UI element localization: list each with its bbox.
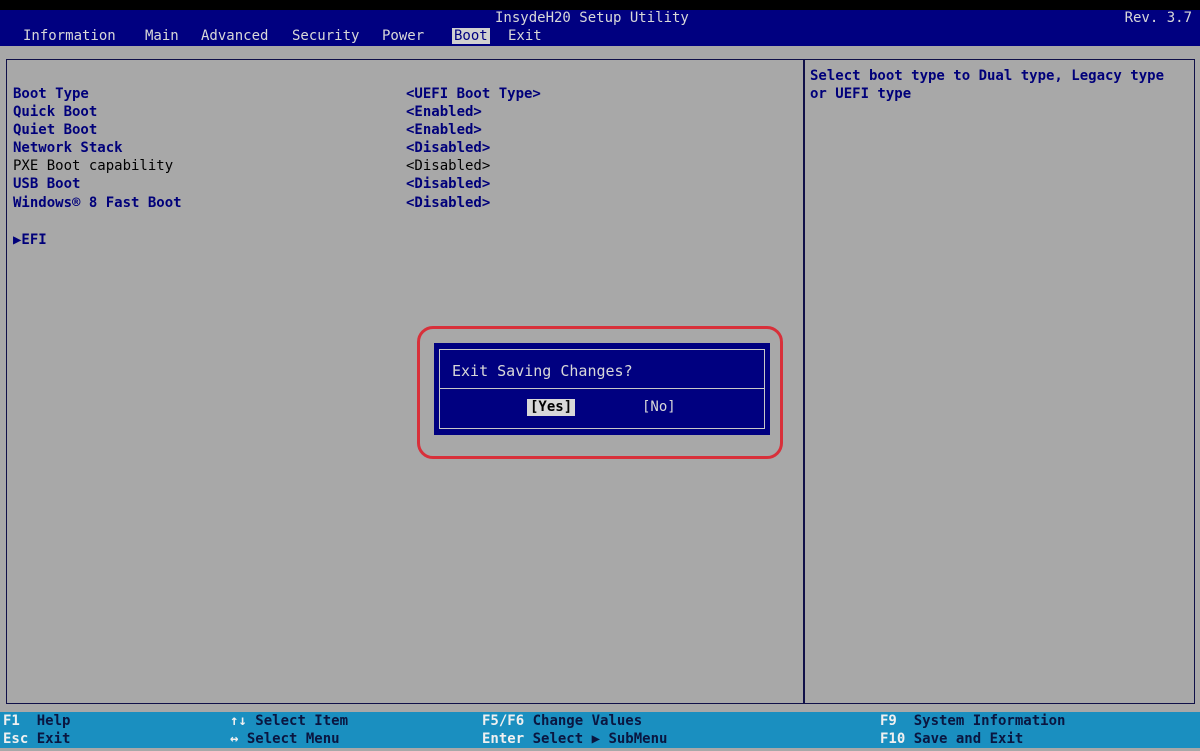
option-boot-type-value[interactable]: <UEFI Boot Type> <box>406 86 541 102</box>
footer-key-help: F1 Help Esc Exit ↑↓ Select Item ↔ Select… <box>0 712 1200 748</box>
exit-dialog: Exit Saving Changes? <box>434 343 770 435</box>
key-enter-submenu: Enter Select ▶ SubMenu <box>482 731 668 747</box>
submenu-efi[interactable]: ▶EFI <box>13 232 47 248</box>
bios-screen: InsydeH20 Setup Utility Rev. 3.7 Informa… <box>0 0 1200 751</box>
option-quick-boot-value[interactable]: <Enabled> <box>406 104 482 120</box>
option-network-stack-value[interactable]: <Disabled> <box>406 140 490 156</box>
utility-title: InsydeH20 Setup Utility <box>495 10 689 26</box>
tab-advanced[interactable]: Advanced <box>201 26 268 46</box>
revision-label: Rev. 3.7 <box>1124 10 1192 26</box>
menu-bar: Information Main Advanced Security Power… <box>0 26 1200 46</box>
tab-exit[interactable]: Exit <box>508 26 542 46</box>
option-usb-boot-label[interactable]: USB Boot <box>13 176 80 192</box>
title-bar: InsydeH20 Setup Utility Rev. 3.7 <box>0 10 1200 26</box>
dialog-frame <box>439 349 765 429</box>
option-fast-boot-value[interactable]: <Disabled> <box>406 195 490 211</box>
option-boot-type-label[interactable]: Boot Type <box>13 86 89 102</box>
key-select-menu: ↔ Select Menu <box>230 731 340 747</box>
tab-information[interactable]: Information <box>23 26 116 46</box>
option-quiet-boot-value[interactable]: <Enabled> <box>406 122 482 138</box>
tab-security[interactable]: Security <box>292 26 359 46</box>
tab-power[interactable]: Power <box>382 26 424 46</box>
option-pxe-boot-value: <Disabled> <box>406 158 491 174</box>
tab-boot[interactable]: Boot <box>452 28 490 44</box>
key-select-item: ↑↓ Select Item <box>230 713 349 729</box>
help-text: Select boot type to Dual type, Legacy ty… <box>810 68 1165 102</box>
dialog-title: Exit Saving Changes? <box>452 362 633 380</box>
option-quiet-boot-label[interactable]: Quiet Boot <box>13 122 97 138</box>
option-network-stack-label[interactable]: Network Stack <box>13 140 123 156</box>
tab-main[interactable]: Main <box>145 26 179 46</box>
key-help: F1 Help <box>3 713 71 729</box>
dialog-separator <box>440 388 764 389</box>
option-fast-boot-label[interactable]: Windows® 8 Fast Boot <box>13 195 182 211</box>
key-exit: Esc Exit <box>3 731 71 747</box>
panel-divider <box>803 59 805 704</box>
key-system-info: F9 System Information <box>880 713 1066 729</box>
no-button[interactable]: [No] <box>642 399 676 416</box>
option-quick-boot-label[interactable]: Quick Boot <box>13 104 97 120</box>
key-save-exit: F10 Save and Exit <box>880 731 1024 747</box>
key-change-values: F5/F6 Change Values <box>482 713 643 729</box>
option-usb-boot-value[interactable]: <Disabled> <box>406 176 490 192</box>
option-pxe-boot-label: PXE Boot capability <box>13 158 174 174</box>
yes-button[interactable]: [Yes] <box>527 399 576 416</box>
